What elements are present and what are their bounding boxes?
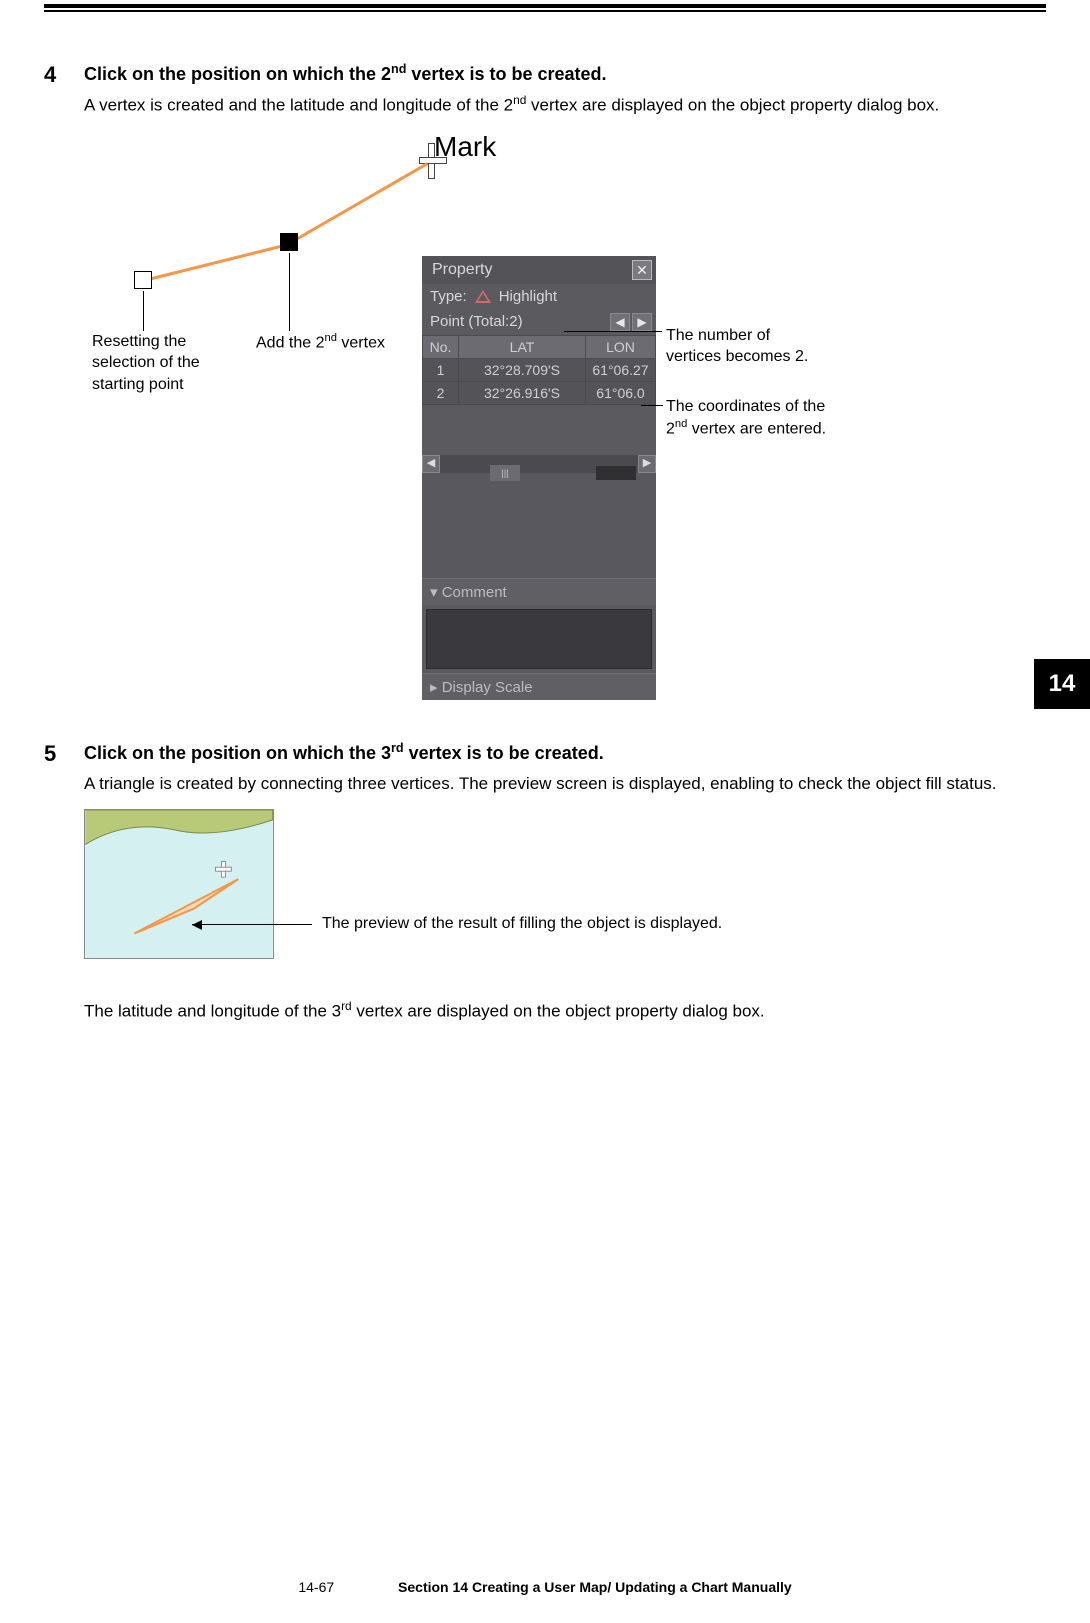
step-title: Click on the position on which the 3rd v… [84, 741, 1046, 764]
callout-arrow [192, 924, 312, 925]
step-5: 5 Click on the position on which the 3rd… [44, 741, 1046, 797]
cell-no: 2 [423, 381, 459, 404]
section-title: Section 14 Creating a User Map/ Updating… [398, 1579, 792, 1595]
comment-textarea[interactable] [426, 609, 652, 669]
callout-line [564, 331, 662, 332]
empty-panel [422, 473, 656, 578]
scroll-right-button[interactable]: ▶ [638, 455, 656, 473]
dialog-titlebar: Property ✕ [422, 256, 656, 284]
next-point-button[interactable]: ▶ [632, 313, 652, 331]
callout-vertex-count: The number of vertices becomes 2. [666, 325, 826, 368]
step-4: 4 Click on the position on which the 2nd… [44, 62, 1046, 119]
type-label: Type: [430, 288, 467, 305]
vertex-handle-start [134, 271, 152, 289]
callout-line [143, 291, 144, 331]
cell-lon: 61°06.27 [586, 358, 656, 381]
property-dialog: Property ✕ Type: Highlight Point (Total:… [422, 256, 656, 700]
after-figure-text: The latitude and longitude of the 3rd ve… [84, 999, 1046, 1022]
table-row[interactable]: 2 32°26.916'S 61°06.0 [423, 381, 656, 404]
chapter-tab: 14 [1034, 659, 1090, 709]
type-value: Highlight [499, 288, 557, 305]
point-total: (Total:2) [468, 313, 522, 330]
type-row: Type: Highlight [422, 284, 656, 309]
step-number: 5 [44, 741, 84, 797]
callout-preview-text: The preview of the result of filling the… [322, 915, 722, 933]
comment-section-header[interactable]: ▾ Comment [422, 578, 656, 605]
prev-point-button[interactable]: ◀ [610, 313, 630, 331]
cell-no: 1 [423, 358, 459, 381]
cell-lat: 32°26.916'S [459, 381, 586, 404]
cell-lat: 32°28.709'S [459, 358, 586, 381]
close-button[interactable]: ✕ [632, 260, 652, 280]
point-label: Point [430, 313, 464, 330]
col-header-lon: LON [586, 335, 656, 358]
callout-line [289, 253, 290, 331]
cell-lon: 61°06.0 [586, 381, 656, 404]
scroll-left-button[interactable]: ◀ [422, 455, 440, 473]
step-number: 4 [44, 62, 84, 119]
dialog-title: Property [432, 261, 492, 279]
horizontal-scrollbar[interactable]: ◀ ||| ▶ [422, 455, 656, 473]
vertex-handle-second [280, 233, 298, 251]
preview-screen [84, 809, 274, 959]
page-footer: 14-67 Section 14 Creating a User Map/ Up… [0, 1579, 1090, 1595]
callout-coords-entered: The coordinates of the 2nd vertex are en… [666, 396, 846, 441]
display-scale-section-header[interactable]: ▸ Display Scale [422, 673, 656, 700]
table-row[interactable]: 1 32°28.709'S 61°06.27 [423, 358, 656, 381]
step-description: A triangle is created by connecting thre… [84, 770, 1046, 797]
callout-add-vertex: Add the 2nd vertex [256, 331, 416, 354]
figure-vertex-creation: Mark Resetting the selection of the star… [84, 131, 1046, 741]
col-header-no: No. [423, 335, 459, 358]
col-header-lat: LAT [459, 335, 586, 358]
callout-line [641, 405, 663, 406]
coordinates-table: No. LAT LON 1 32°28.709'S 61°06.27 2 32°… [422, 335, 656, 405]
step-description: A vertex is created and the latitude and… [84, 91, 1046, 119]
highlight-triangle-icon [475, 290, 491, 303]
polyline-segment [144, 241, 295, 281]
page-number: 14-67 [298, 1579, 334, 1595]
polyline-segment [288, 162, 428, 245]
callout-reset: Resetting the selection of the starting … [92, 331, 232, 396]
figure-preview: The preview of the result of filling the… [84, 809, 1046, 979]
step-title: Click on the position on which the 2nd v… [84, 62, 1046, 85]
